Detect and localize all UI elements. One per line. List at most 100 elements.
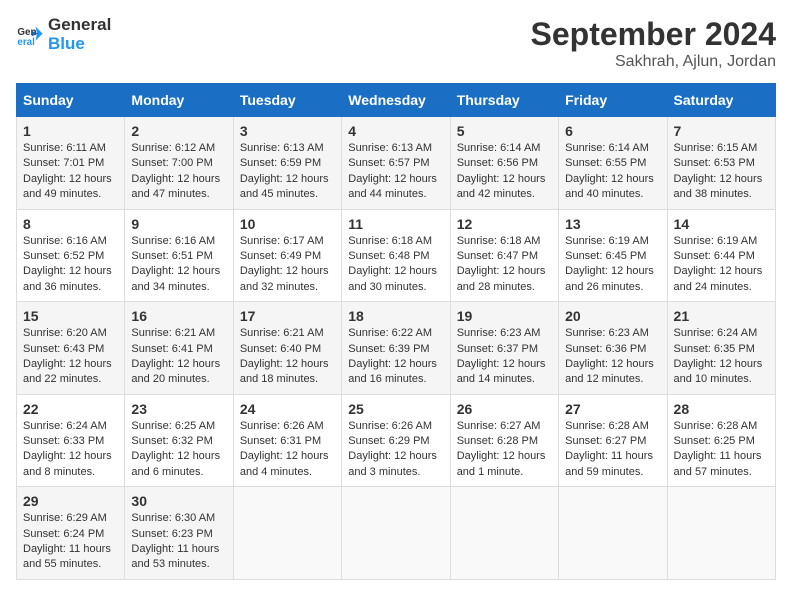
day-info: Sunrise: 6:23 AMSunset: 6:36 PMDaylight:… — [565, 326, 660, 388]
day-number: 28 — [674, 401, 769, 417]
calendar-cell: 18 Sunrise: 6:22 AMSunset: 6:39 PMDaylig… — [342, 302, 450, 395]
day-info: Sunrise: 6:28 AMSunset: 6:25 PMDaylight:… — [674, 419, 769, 481]
day-number: 21 — [674, 308, 769, 324]
calendar-cell: 26 Sunrise: 6:27 AMSunset: 6:28 PMDaylig… — [450, 394, 558, 487]
day-info: Sunrise: 6:24 AMSunset: 6:33 PMDaylight:… — [23, 419, 118, 481]
day-info: Sunrise: 6:27 AMSunset: 6:28 PMDaylight:… — [457, 419, 552, 481]
calendar-cell — [450, 487, 558, 580]
day-number: 13 — [565, 216, 660, 232]
calendar-cell: 9 Sunrise: 6:16 AMSunset: 6:51 PMDayligh… — [125, 209, 233, 302]
day-info: Sunrise: 6:26 AMSunset: 6:29 PMDaylight:… — [348, 419, 443, 481]
day-number: 23 — [131, 401, 226, 417]
calendar-cell: 8 Sunrise: 6:16 AMSunset: 6:52 PMDayligh… — [17, 209, 125, 302]
day-number: 4 — [348, 123, 443, 139]
logo-line2: Blue — [48, 35, 111, 54]
day-number: 12 — [457, 216, 552, 232]
day-number: 5 — [457, 123, 552, 139]
day-number: 10 — [240, 216, 335, 232]
day-info: Sunrise: 6:19 AMSunset: 6:44 PMDaylight:… — [674, 234, 769, 296]
calendar-cell: 7 Sunrise: 6:15 AMSunset: 6:53 PMDayligh… — [667, 117, 775, 210]
calendar-cell — [559, 487, 667, 580]
calendar-cell: 19 Sunrise: 6:23 AMSunset: 6:37 PMDaylig… — [450, 302, 558, 395]
day-info: Sunrise: 6:21 AMSunset: 6:41 PMDaylight:… — [131, 326, 226, 388]
day-info: Sunrise: 6:29 AMSunset: 6:24 PMDaylight:… — [23, 511, 118, 573]
weekday-header-sunday: Sunday — [17, 84, 125, 117]
calendar-cell: 24 Sunrise: 6:26 AMSunset: 6:31 PMDaylig… — [233, 394, 341, 487]
day-info: Sunrise: 6:28 AMSunset: 6:27 PMDaylight:… — [565, 419, 660, 481]
calendar-cell: 2 Sunrise: 6:12 AMSunset: 7:00 PMDayligh… — [125, 117, 233, 210]
day-number: 26 — [457, 401, 552, 417]
day-info: Sunrise: 6:17 AMSunset: 6:49 PMDaylight:… — [240, 234, 335, 296]
weekday-header-tuesday: Tuesday — [233, 84, 341, 117]
day-number: 30 — [131, 493, 226, 509]
day-number: 19 — [457, 308, 552, 324]
calendar-cell: 5 Sunrise: 6:14 AMSunset: 6:56 PMDayligh… — [450, 117, 558, 210]
title-block: September 2024 Sakhrah, Ajlun, Jordan — [531, 16, 776, 71]
calendar-cell: 10 Sunrise: 6:17 AMSunset: 6:49 PMDaylig… — [233, 209, 341, 302]
logo-line1: General — [48, 16, 111, 35]
day-number: 22 — [23, 401, 118, 417]
day-info: Sunrise: 6:25 AMSunset: 6:32 PMDaylight:… — [131, 419, 226, 481]
month-title: September 2024 — [531, 16, 776, 53]
day-number: 24 — [240, 401, 335, 417]
location-title: Sakhrah, Ajlun, Jordan — [531, 53, 776, 71]
day-number: 6 — [565, 123, 660, 139]
day-info: Sunrise: 6:13 AMSunset: 6:59 PMDaylight:… — [240, 141, 335, 203]
day-number: 18 — [348, 308, 443, 324]
calendar-cell: 28 Sunrise: 6:28 AMSunset: 6:25 PMDaylig… — [667, 394, 775, 487]
day-number: 8 — [23, 216, 118, 232]
calendar-week-row: 1 Sunrise: 6:11 AMSunset: 7:01 PMDayligh… — [17, 117, 776, 210]
calendar-cell — [233, 487, 341, 580]
calendar-cell: 13 Sunrise: 6:19 AMSunset: 6:45 PMDaylig… — [559, 209, 667, 302]
calendar-cell: 15 Sunrise: 6:20 AMSunset: 6:43 PMDaylig… — [17, 302, 125, 395]
calendar-cell: 25 Sunrise: 6:26 AMSunset: 6:29 PMDaylig… — [342, 394, 450, 487]
day-info: Sunrise: 6:20 AMSunset: 6:43 PMDaylight:… — [23, 326, 118, 388]
calendar-cell: 12 Sunrise: 6:18 AMSunset: 6:47 PMDaylig… — [450, 209, 558, 302]
day-number: 1 — [23, 123, 118, 139]
calendar-cell: 27 Sunrise: 6:28 AMSunset: 6:27 PMDaylig… — [559, 394, 667, 487]
calendar-cell: 22 Sunrise: 6:24 AMSunset: 6:33 PMDaylig… — [17, 394, 125, 487]
calendar-cell: 3 Sunrise: 6:13 AMSunset: 6:59 PMDayligh… — [233, 117, 341, 210]
day-info: Sunrise: 6:14 AMSunset: 6:56 PMDaylight:… — [457, 141, 552, 203]
calendar-week-row: 29 Sunrise: 6:29 AMSunset: 6:24 PMDaylig… — [17, 487, 776, 580]
day-number: 20 — [565, 308, 660, 324]
calendar-cell: 6 Sunrise: 6:14 AMSunset: 6:55 PMDayligh… — [559, 117, 667, 210]
day-number: 2 — [131, 123, 226, 139]
weekday-header-saturday: Saturday — [667, 84, 775, 117]
day-info: Sunrise: 6:12 AMSunset: 7:00 PMDaylight:… — [131, 141, 226, 203]
page-header: Gen eral General Blue September 2024 Sak… — [16, 16, 776, 71]
day-info: Sunrise: 6:30 AMSunset: 6:23 PMDaylight:… — [131, 511, 226, 573]
calendar-cell: 11 Sunrise: 6:18 AMSunset: 6:48 PMDaylig… — [342, 209, 450, 302]
day-info: Sunrise: 6:16 AMSunset: 6:52 PMDaylight:… — [23, 234, 118, 296]
day-number: 14 — [674, 216, 769, 232]
calendar-cell: 20 Sunrise: 6:23 AMSunset: 6:36 PMDaylig… — [559, 302, 667, 395]
calendar-cell: 29 Sunrise: 6:29 AMSunset: 6:24 PMDaylig… — [17, 487, 125, 580]
day-info: Sunrise: 6:19 AMSunset: 6:45 PMDaylight:… — [565, 234, 660, 296]
day-info: Sunrise: 6:22 AMSunset: 6:39 PMDaylight:… — [348, 326, 443, 388]
calendar-table: SundayMondayTuesdayWednesdayThursdayFrid… — [16, 83, 776, 580]
day-number: 7 — [674, 123, 769, 139]
calendar-cell: 23 Sunrise: 6:25 AMSunset: 6:32 PMDaylig… — [125, 394, 233, 487]
day-info: Sunrise: 6:14 AMSunset: 6:55 PMDaylight:… — [565, 141, 660, 203]
day-info: Sunrise: 6:16 AMSunset: 6:51 PMDaylight:… — [131, 234, 226, 296]
day-info: Sunrise: 6:18 AMSunset: 6:48 PMDaylight:… — [348, 234, 443, 296]
day-info: Sunrise: 6:18 AMSunset: 6:47 PMDaylight:… — [457, 234, 552, 296]
calendar-cell: 4 Sunrise: 6:13 AMSunset: 6:57 PMDayligh… — [342, 117, 450, 210]
logo: Gen eral General Blue — [16, 16, 111, 53]
weekday-header-row: SundayMondayTuesdayWednesdayThursdayFrid… — [17, 84, 776, 117]
weekday-header-monday: Monday — [125, 84, 233, 117]
day-number: 16 — [131, 308, 226, 324]
day-number: 9 — [131, 216, 226, 232]
weekday-header-thursday: Thursday — [450, 84, 558, 117]
calendar-week-row: 8 Sunrise: 6:16 AMSunset: 6:52 PMDayligh… — [17, 209, 776, 302]
weekday-header-friday: Friday — [559, 84, 667, 117]
day-number: 25 — [348, 401, 443, 417]
calendar-cell — [342, 487, 450, 580]
day-info: Sunrise: 6:13 AMSunset: 6:57 PMDaylight:… — [348, 141, 443, 203]
day-number: 11 — [348, 216, 443, 232]
calendar-week-row: 15 Sunrise: 6:20 AMSunset: 6:43 PMDaylig… — [17, 302, 776, 395]
calendar-cell: 1 Sunrise: 6:11 AMSunset: 7:01 PMDayligh… — [17, 117, 125, 210]
calendar-cell: 21 Sunrise: 6:24 AMSunset: 6:35 PMDaylig… — [667, 302, 775, 395]
logo-icon: Gen eral — [16, 21, 44, 49]
calendar-cell: 16 Sunrise: 6:21 AMSunset: 6:41 PMDaylig… — [125, 302, 233, 395]
